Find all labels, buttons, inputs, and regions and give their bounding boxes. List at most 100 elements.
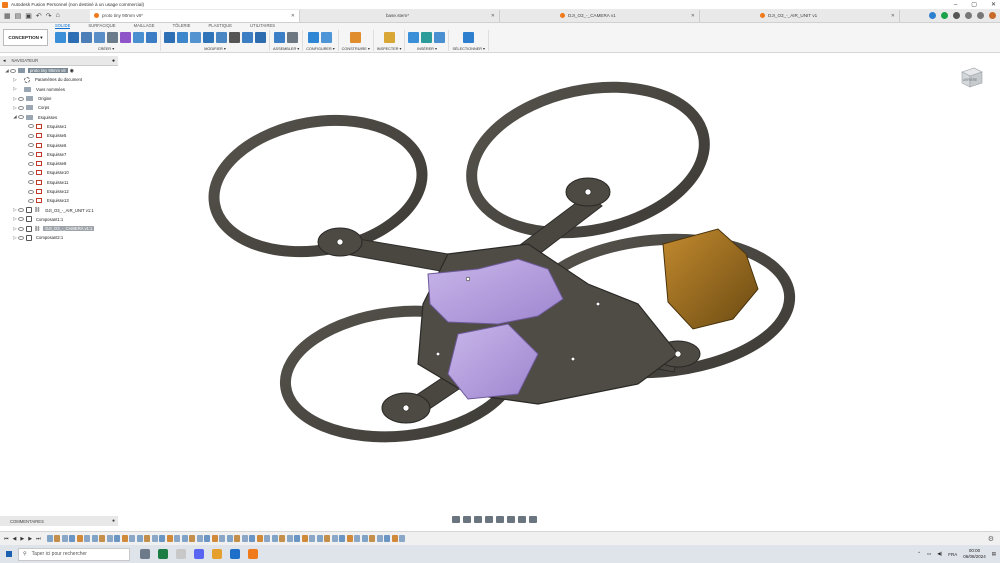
- timeline-settings-icon[interactable]: ⚙: [988, 535, 994, 543]
- steam-icon[interactable]: [230, 549, 240, 559]
- timeline-feature[interactable]: [361, 535, 368, 542]
- go-to-end-icon[interactable]: ⏭: [36, 536, 41, 542]
- tree-item-sketches[interactable]: ◢ Esquisses: [0, 112, 118, 121]
- grid-menu-icon[interactable]: ▦: [4, 12, 11, 20]
- expand-icon[interactable]: ▷: [12, 77, 18, 83]
- add-comment-icon[interactable]: ●: [112, 518, 115, 524]
- tree-item-sketch[interactable]: Esquisse11: [0, 178, 118, 187]
- file-icon[interactable]: ▤: [15, 12, 22, 20]
- help-icon[interactable]: [977, 12, 984, 19]
- tree-item-sketch[interactable]: Esquisse13: [0, 196, 118, 205]
- timeline-feature[interactable]: [46, 535, 53, 542]
- visibility-icon[interactable]: [28, 198, 34, 203]
- notifications-icon[interactable]: [965, 12, 972, 19]
- timeline-feature[interactable]: [354, 535, 361, 542]
- timeline-feature[interactable]: [181, 535, 188, 542]
- tree-item-component-link[interactable]: ▷ ⛓ DJI_O3_-_CAMERA v1:1: [0, 224, 118, 233]
- timeline-feature[interactable]: [211, 535, 218, 542]
- clock[interactable]: 00:00 06/08/2024: [963, 548, 986, 560]
- visibility-icon[interactable]: [28, 152, 34, 157]
- group-label[interactable]: INSÉRER ▾: [417, 46, 437, 51]
- timeline-feature[interactable]: [294, 535, 301, 542]
- close-icon[interactable]: ✕: [991, 1, 996, 8]
- file-manager-icon[interactable]: [212, 549, 222, 559]
- timeline-feature[interactable]: [219, 535, 226, 542]
- offset-plane-icon[interactable]: [350, 31, 362, 43]
- tab-tolerie[interactable]: TÔLERIE: [173, 23, 191, 29]
- timeline-feature[interactable]: [91, 535, 98, 542]
- redo-icon[interactable]: ↷: [46, 12, 52, 20]
- joint-icon[interactable]: [287, 31, 299, 43]
- visibility-icon[interactable]: [28, 143, 34, 148]
- radio-icon[interactable]: ◉: [70, 68, 74, 74]
- timeline-feature[interactable]: [384, 535, 391, 542]
- tree-item-sketch[interactable]: Esquisse1: [0, 122, 118, 131]
- pan-icon[interactable]: [474, 516, 482, 523]
- visibility-icon[interactable]: [28, 133, 34, 138]
- timeline-feature[interactable]: [339, 535, 346, 542]
- group-label[interactable]: SÉLECTIONNER ▾: [452, 46, 485, 51]
- visibility-icon[interactable]: [18, 96, 24, 101]
- display-settings-icon[interactable]: [507, 516, 515, 523]
- timeline-feature[interactable]: [301, 535, 308, 542]
- network-icon[interactable]: ▭: [927, 551, 931, 557]
- tree-item-sketch[interactable]: Esquisse12: [0, 187, 118, 196]
- chamfer-icon[interactable]: [190, 31, 201, 43]
- combine-icon[interactable]: [216, 31, 227, 43]
- group-label[interactable]: INSPECTER ▾: [377, 46, 402, 51]
- step-back-icon[interactable]: ◀: [13, 536, 17, 542]
- pin-icon[interactable]: ●: [112, 58, 115, 64]
- fillet-icon[interactable]: [177, 31, 188, 43]
- measure-icon[interactable]: [383, 31, 395, 43]
- pattern-icon[interactable]: [107, 31, 118, 43]
- notification-icon[interactable]: ▤: [992, 551, 996, 557]
- tree-item-origin[interactable]: ▷ Origine: [0, 94, 118, 103]
- language-indicator[interactable]: FRA: [948, 552, 957, 557]
- timeline-feature[interactable]: [61, 535, 68, 542]
- timeline-feature[interactable]: [166, 535, 173, 542]
- form-icon[interactable]: [120, 31, 131, 43]
- group-label[interactable]: CONSTRUIRE ▾: [342, 46, 370, 51]
- timeline-feature[interactable]: [399, 535, 406, 542]
- save-icon[interactable]: ▣: [25, 12, 32, 20]
- explorer-icon[interactable]: [176, 549, 186, 559]
- timeline-feature[interactable]: [151, 535, 158, 542]
- step-forward-icon[interactable]: ▶: [28, 536, 32, 542]
- timeline-feature[interactable]: [346, 535, 353, 542]
- visibility-icon[interactable]: [28, 170, 34, 175]
- insert-mesh-icon[interactable]: [421, 31, 433, 43]
- start-button[interactable]: [0, 550, 18, 558]
- new-component-icon[interactable]: [274, 31, 286, 43]
- tree-item-sketch[interactable]: Esquisse10: [0, 168, 118, 177]
- visibility-icon[interactable]: [10, 68, 16, 73]
- timeline-feature[interactable]: [99, 535, 106, 542]
- tree-item-sketch[interactable]: Esquisse5: [0, 131, 118, 140]
- tree-item-sketch[interactable]: Esquisse8: [0, 159, 118, 168]
- timeline-feature[interactable]: [249, 535, 256, 542]
- timeline-feature[interactable]: [279, 535, 286, 542]
- timeline-feature[interactable]: [241, 535, 248, 542]
- tree-item-component[interactable]: ▷ Composant2:1: [0, 233, 118, 242]
- task-view-icon[interactable]: [140, 549, 150, 559]
- timeline-feature[interactable]: [316, 535, 323, 542]
- tab-maillage[interactable]: MAILLAGE: [134, 23, 155, 29]
- tab-document-1[interactable]: base.stem* ✕: [300, 9, 500, 22]
- tree-item-sketch[interactable]: Esquisse6: [0, 140, 118, 149]
- visibility-icon[interactable]: [18, 208, 24, 213]
- visibility-icon[interactable]: [18, 226, 24, 231]
- timeline-feature[interactable]: [54, 535, 61, 542]
- avatar[interactable]: [989, 12, 996, 19]
- timeline-feature[interactable]: [84, 535, 91, 542]
- visibility-icon[interactable]: [18, 235, 24, 240]
- select-icon[interactable]: [463, 31, 475, 43]
- group-label[interactable]: CRÉER ▾: [98, 46, 114, 51]
- close-tab-icon[interactable]: ✕: [691, 13, 695, 19]
- timeline-feature[interactable]: [189, 535, 196, 542]
- insert-image-icon[interactable]: [434, 31, 446, 43]
- tree-item-component-link[interactable]: ▷ ⛓ DJI_O3_-_AIR_UNIT v1:1: [0, 205, 118, 214]
- tree-item-component[interactable]: ▷ Composant1:1: [0, 215, 118, 224]
- timeline-feature[interactable]: [106, 535, 113, 542]
- timeline-feature[interactable]: [136, 535, 143, 542]
- visibility-icon[interactable]: [18, 115, 24, 120]
- timeline-feature[interactable]: [376, 535, 383, 542]
